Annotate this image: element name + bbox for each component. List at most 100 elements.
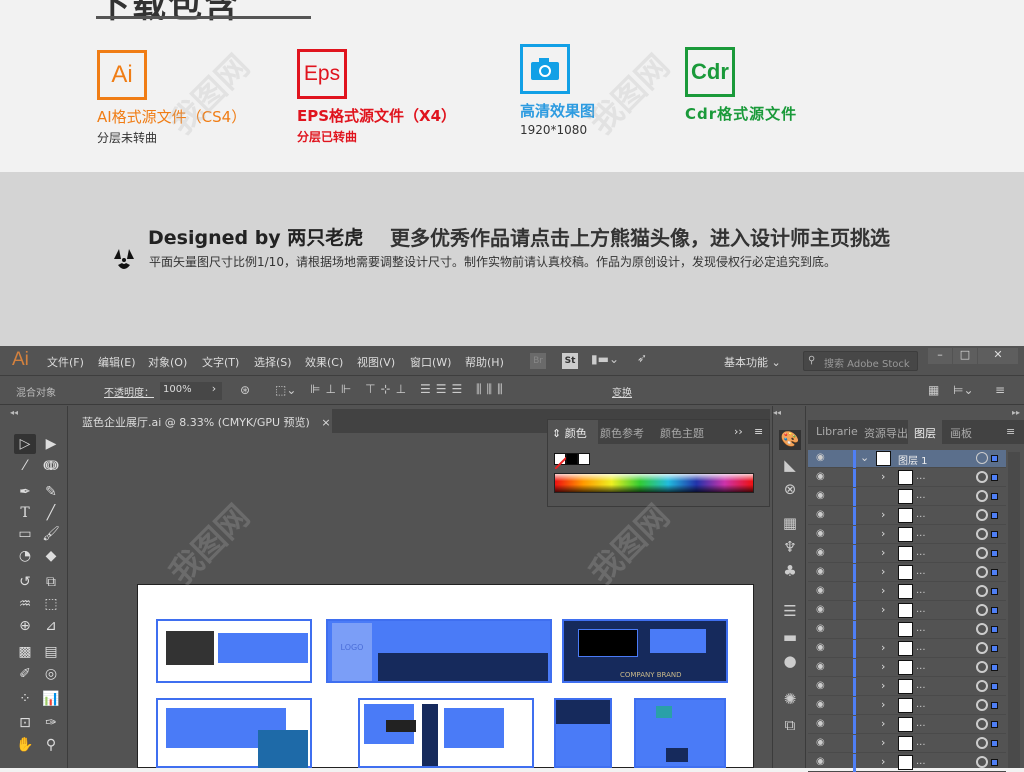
selection-indicator[interactable] bbox=[991, 683, 998, 690]
target-circle-icon[interactable] bbox=[976, 680, 988, 692]
shape-builder-tool-icon[interactable]: ⊕ bbox=[14, 616, 36, 636]
align-to-selection-icon[interactable]: ⬚⌄ bbox=[275, 383, 296, 397]
layer-name[interactable]: ... bbox=[916, 680, 926, 691]
layer-name[interactable]: ... bbox=[916, 566, 926, 577]
layer-name[interactable]: ... bbox=[916, 623, 926, 634]
artwork-group[interactable] bbox=[634, 698, 726, 768]
artwork-group[interactable] bbox=[554, 698, 612, 768]
close-document-icon[interactable]: × bbox=[321, 416, 330, 429]
artwork-group[interactable]: LOGO bbox=[326, 619, 552, 683]
selection-indicator[interactable] bbox=[991, 531, 998, 538]
tab-color[interactable]: ⇕ 颜色 bbox=[552, 425, 587, 441]
artboard[interactable]: LOGO COMPANY BRAND bbox=[137, 584, 754, 768]
selection-indicator[interactable] bbox=[991, 493, 998, 500]
maximize-button[interactable]: □ bbox=[953, 348, 977, 364]
selection-tool-icon[interactable]: ▷ bbox=[14, 434, 36, 454]
layer-name[interactable]: ... bbox=[916, 509, 926, 520]
target-circle-icon[interactable] bbox=[976, 756, 988, 768]
mesh-tool-icon[interactable]: ▩ bbox=[14, 642, 36, 662]
appearance-icon[interactable]: ✺ bbox=[779, 690, 801, 710]
expand-chevron-icon[interactable]: › bbox=[881, 660, 885, 673]
libraries-icon[interactable]: ⊗ bbox=[779, 480, 801, 500]
layer-row[interactable]: ◉ ›... bbox=[808, 564, 1006, 582]
layer-row[interactable]: ◉ ›... bbox=[808, 716, 1006, 734]
visibility-eye-icon[interactable]: ◉ bbox=[816, 547, 825, 558]
layer-name[interactable]: ... bbox=[916, 661, 926, 672]
layers-scrollbar[interactable] bbox=[1008, 452, 1020, 768]
layer-name[interactable]: ... bbox=[916, 604, 926, 615]
layer-name[interactable]: 图层 1 bbox=[898, 452, 928, 467]
recolor-artwork-icon[interactable]: ⊛ bbox=[240, 383, 250, 397]
layer-name[interactable]: ... bbox=[916, 490, 926, 501]
expand-chevron-icon[interactable]: › bbox=[881, 470, 885, 483]
document-tab[interactable]: 蓝色企业展厅.ai @ 8.33% (CMYK/GPU 预览) × bbox=[70, 409, 332, 433]
visibility-eye-icon[interactable]: ◉ bbox=[816, 566, 825, 577]
blend-tool-icon[interactable]: ◎ bbox=[40, 664, 62, 684]
layer-name[interactable]: ... bbox=[916, 471, 926, 482]
transform-icon[interactable]: ⧉ bbox=[779, 716, 801, 736]
layer-row[interactable]: ◉ ›... bbox=[808, 583, 1006, 601]
selection-indicator[interactable] bbox=[991, 569, 998, 576]
white-swatch[interactable] bbox=[578, 453, 590, 465]
selection-indicator[interactable] bbox=[991, 607, 998, 614]
bridge-button[interactable]: Br bbox=[530, 353, 546, 369]
stock-search-input[interactable]: ⚲ 搜索 Adobe Stock bbox=[803, 351, 918, 371]
hand-tool-icon[interactable]: ✋ bbox=[14, 735, 36, 755]
layer-name[interactable]: ... bbox=[916, 547, 926, 558]
layer-name[interactable]: ... bbox=[916, 642, 926, 653]
expand-chevron-icon[interactable]: › bbox=[881, 641, 885, 654]
layer-row[interactable]: ◉ ›... bbox=[808, 545, 1006, 563]
expand-chevron-icon[interactable]: › bbox=[881, 736, 885, 749]
align-buttons-icon[interactable]: ⊫⊥⊩ ⊤⊹⊥ ☰☰☰ ⫼⫼⫼ bbox=[310, 382, 508, 397]
expand-chevron-icon[interactable]: › bbox=[881, 565, 885, 578]
gradient-tool-icon[interactable]: ▤ bbox=[40, 642, 62, 662]
expand-chevron-icon[interactable]: › bbox=[881, 508, 885, 521]
visibility-eye-icon[interactable]: ◉ bbox=[816, 490, 825, 501]
control-menu-icon[interactable]: ≡ bbox=[995, 383, 1005, 397]
layer-row[interactable]: ◉ ›... bbox=[808, 678, 1006, 696]
color-panel-icon[interactable]: 🎨 bbox=[779, 430, 801, 450]
target-circle-icon[interactable] bbox=[976, 471, 988, 483]
opacity-label[interactable]: 不透明度： bbox=[104, 384, 154, 399]
target-circle-icon[interactable] bbox=[976, 699, 988, 711]
layer-name[interactable]: ... bbox=[916, 756, 926, 767]
slice-tool-icon[interactable]: ✑ bbox=[40, 713, 62, 733]
layer-row-top[interactable]: ◉ ⌄ 图层 1 bbox=[808, 450, 1006, 468]
visibility-eye-icon[interactable]: ◉ bbox=[816, 756, 825, 767]
tab-layers[interactable]: 图层 bbox=[908, 420, 942, 444]
eyedropper-tool-icon[interactable]: ✐ bbox=[14, 664, 36, 684]
layer-row[interactable]: ◉ ›... bbox=[808, 754, 1006, 772]
symbols-icon[interactable]: ♣ bbox=[779, 562, 801, 582]
visibility-eye-icon[interactable]: ◉ bbox=[816, 585, 825, 596]
target-circle-icon[interactable] bbox=[976, 585, 988, 597]
layer-name[interactable]: ... bbox=[916, 718, 926, 729]
menu-effect[interactable]: 效果(C) bbox=[305, 354, 343, 370]
opacity-dropdown-button[interactable]: › bbox=[206, 382, 222, 400]
collapse-toolbox-icon[interactable]: ◂◂ bbox=[10, 408, 18, 417]
arrange-documents-icon[interactable]: ▮▬⌄ bbox=[591, 352, 619, 366]
collapse-chevron-icon[interactable]: ⌄ bbox=[860, 451, 869, 464]
workspace-switcher[interactable]: 基本功能 ⌄ bbox=[724, 354, 781, 370]
menu-help[interactable]: 帮助(H) bbox=[465, 354, 504, 370]
layer-row[interactable]: ◉ ›... bbox=[808, 469, 1006, 487]
selection-indicator[interactable] bbox=[991, 702, 998, 709]
target-circle-icon[interactable] bbox=[976, 661, 988, 673]
layer-row[interactable]: ◉ ›... bbox=[808, 507, 1006, 525]
layer-row[interactable]: ◉ ›... bbox=[808, 640, 1006, 658]
transparency-icon[interactable]: ● bbox=[779, 652, 801, 672]
layer-row[interactable]: ◉ ›... bbox=[808, 526, 1006, 544]
target-circle-icon[interactable] bbox=[976, 623, 988, 635]
layer-name[interactable]: ... bbox=[916, 737, 926, 748]
brushes-icon[interactable]: ♆ bbox=[779, 538, 801, 558]
menu-select[interactable]: 选择(S) bbox=[254, 354, 292, 370]
opacity-input[interactable]: 100% bbox=[160, 382, 206, 400]
symbol-sprayer-tool-icon[interactable]: ⁘ bbox=[14, 689, 36, 709]
swatches-icon[interactable]: ▦ bbox=[779, 514, 801, 534]
arrange-icon[interactable]: ⊨⌄ bbox=[953, 383, 974, 397]
target-circle-icon[interactable] bbox=[976, 509, 988, 521]
menu-object[interactable]: 对象(O) bbox=[148, 354, 187, 370]
menu-edit[interactable]: 编辑(E) bbox=[98, 354, 136, 370]
expand-chevron-icon[interactable]: › bbox=[881, 698, 885, 711]
target-circle-icon[interactable] bbox=[976, 642, 988, 654]
gradient-icon[interactable]: ▬ bbox=[779, 628, 801, 648]
